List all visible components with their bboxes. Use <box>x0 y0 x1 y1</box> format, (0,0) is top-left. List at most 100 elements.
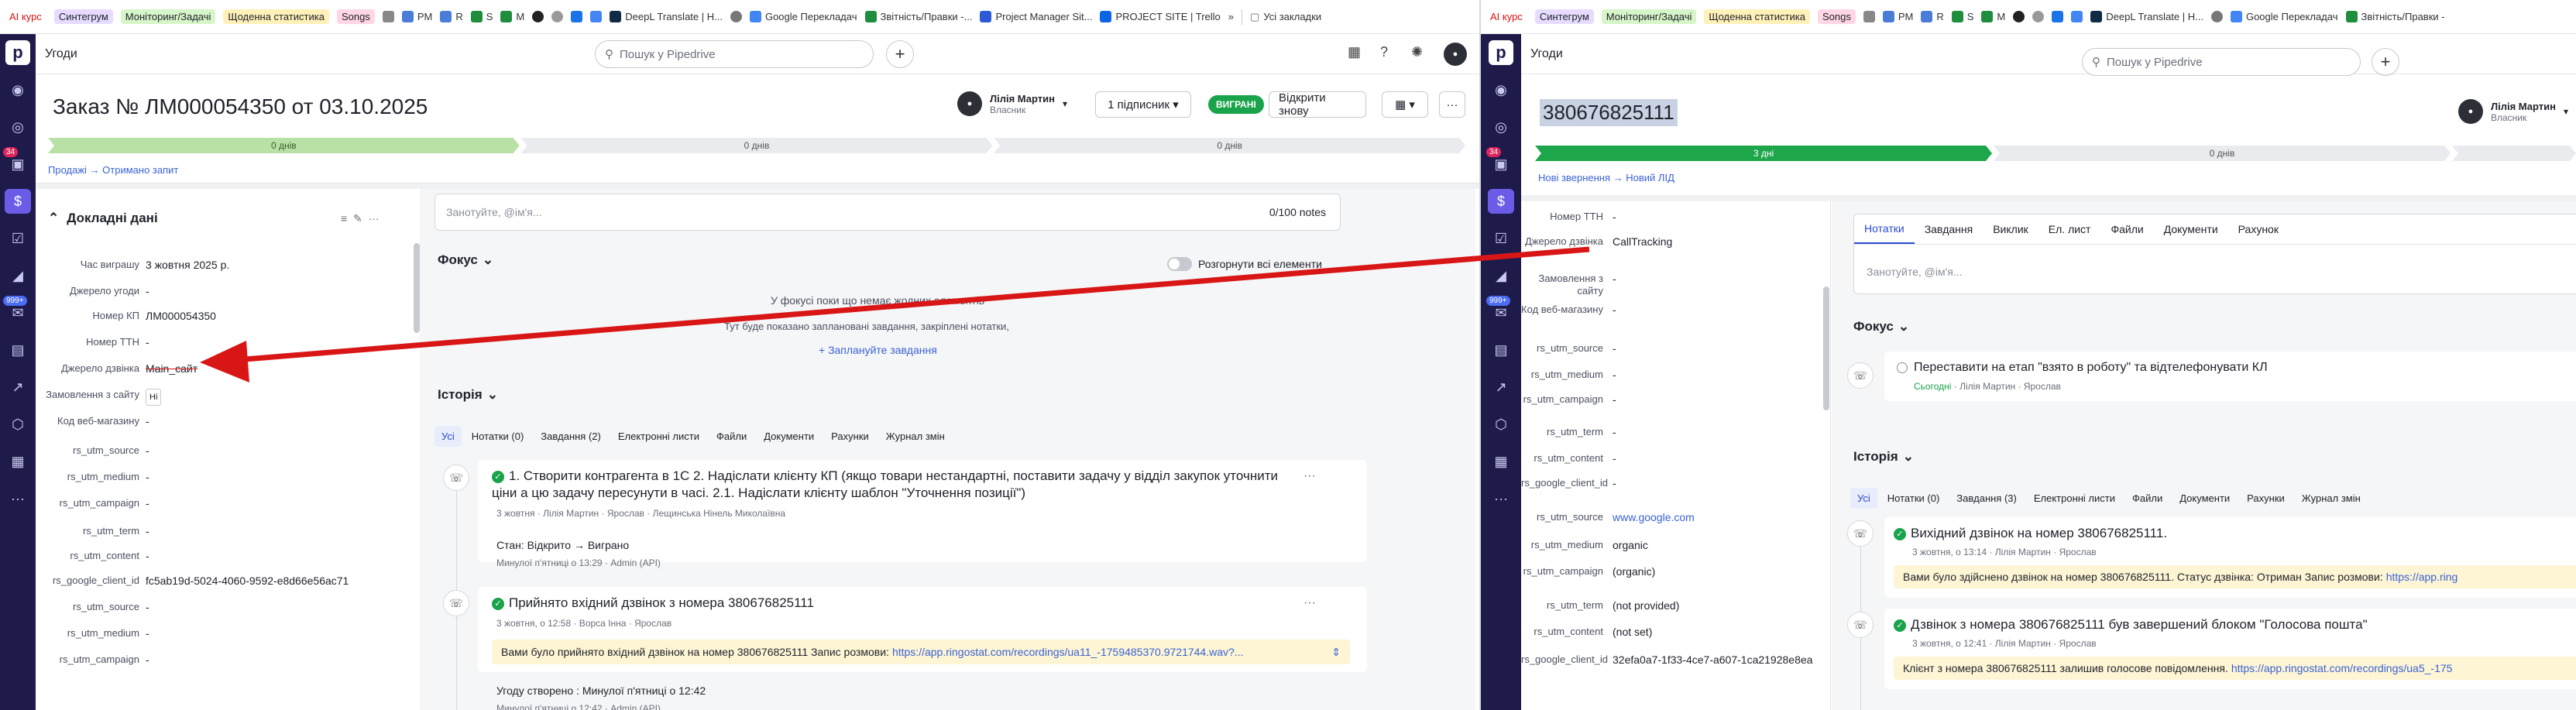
tab-7[interactable]: Рахунки <box>2240 488 2292 509</box>
products-icon[interactable]: ⬡ <box>1488 412 1514 437</box>
bookmark-songs[interactable]: Songs <box>336 9 375 24</box>
focus-task-card[interactable] <box>1884 352 2576 401</box>
pipedrive-logo[interactable]: p <box>1489 40 1513 65</box>
breadcrumb-stage[interactable]: Отримано запит <box>102 164 178 176</box>
bookmark-monitoring[interactable]: Моніторинг/Задачі <box>1601 9 1697 24</box>
deal-title[interactable]: Заказ № ЛМ000054350 от 03.10.2025 <box>53 94 428 119</box>
bookmark-r[interactable]: R <box>440 11 463 22</box>
tasks-icon[interactable]: ☑ <box>5 226 31 251</box>
bookmark-songs[interactable]: Songs <box>1817 9 1856 24</box>
field-value[interactable]: - <box>1613 304 1616 316</box>
tab-4[interactable]: Електронні листи <box>2027 488 2122 509</box>
bookmark-icon-d[interactable] <box>2071 11 2083 22</box>
bookmark-ai[interactable]: AI курс <box>1485 9 1527 24</box>
mail-icon[interactable]: 999+ ✉ <box>3 296 31 325</box>
chevron-down-icon[interactable]: ▾ <box>1063 98 1067 109</box>
radar-icon[interactable]: ◉ <box>1488 77 1514 102</box>
bookmark-icon-d[interactable] <box>590 11 603 22</box>
field-value[interactable]: Main_сайт <box>146 362 197 375</box>
campaigns-icon[interactable]: ◢ <box>5 263 31 288</box>
field-value[interactable]: 3 жовтня 2025 р. <box>146 259 229 271</box>
details-header[interactable]: ⌃ Докладні дані <box>48 211 158 226</box>
field-value[interactable]: fc5ab19d-5024-4060-9592-e8d66e56ac71 <box>146 575 349 587</box>
stage-3[interactable] <box>2452 146 2576 161</box>
bookmark-pm[interactable]: PM <box>1882 11 1913 22</box>
tab-8[interactable]: Журнал змін <box>2295 488 2368 509</box>
field-value[interactable]: - <box>1613 452 1616 465</box>
recording-link[interactable]: https://app.ringostat.com/recordings/ua1… <box>892 646 1244 658</box>
item-menu-icon[interactable]: ··· <box>1303 469 1316 483</box>
tab-4[interactable]: Ел. лист <box>2038 214 2101 244</box>
field-value[interactable]: - <box>1613 477 1616 489</box>
campaigns-icon[interactable]: ◢ <box>1488 263 1514 288</box>
target-icon[interactable]: ◎ <box>5 115 31 139</box>
bookmark-sintegrum[interactable]: Синтегрум <box>53 9 113 24</box>
field-value[interactable]: ЛМ000054350 <box>146 310 216 322</box>
quick-add-button[interactable]: + <box>886 40 914 68</box>
bulb-icon[interactable]: ✺ <box>1411 44 1423 60</box>
deals-icon[interactable]: $ <box>5 189 31 214</box>
bookmark-monitoring[interactable]: Моніторинг/Задачі <box>120 9 216 24</box>
field-value[interactable]: - <box>146 497 149 509</box>
field-value[interactable]: - <box>1613 369 1616 381</box>
tab-6[interactable]: Документи <box>2172 488 2237 509</box>
all-bookmarks[interactable]: ▢ Усі закладки <box>1250 11 1321 23</box>
bookmark-icon-e[interactable] <box>730 11 742 22</box>
field-value[interactable]: - <box>146 336 149 348</box>
bookmarks-more[interactable]: » <box>1228 11 1234 22</box>
field-value[interactable]: - <box>1613 393 1616 406</box>
bookmark-deepl[interactable]: DeepL Translate | H... <box>610 11 723 22</box>
bookmark-icon-b[interactable] <box>2032 11 2045 22</box>
search-input[interactable]: ⚲ Пошук у Pipedrive <box>2082 48 2361 76</box>
bookmark-stats[interactable]: Щоденна статистика <box>1704 9 1810 24</box>
insights-icon[interactable]: ↗ <box>5 375 31 400</box>
bookmark-pm[interactable]: PM <box>401 11 432 22</box>
quick-add-button[interactable]: + <box>2372 48 2399 76</box>
bookmark-r[interactable]: R <box>1921 11 1944 22</box>
more-icon[interactable]: ··· <box>1488 486 1514 511</box>
expand-icon[interactable]: ⇕ <box>1331 646 1341 659</box>
item-menu-icon[interactable]: ··· <box>1303 596 1316 610</box>
target-icon[interactable]: ◎ <box>1488 115 1514 139</box>
field-value[interactable]: CallTracking <box>1613 235 1672 248</box>
search-input[interactable]: ⚲ Пошук у Pipedrive <box>595 40 874 68</box>
products-icon[interactable]: ⬡ <box>5 412 31 437</box>
bookmark-google-translate[interactable]: Google Перекладач <box>749 11 857 22</box>
bookmark-pm-site[interactable]: Project Manager Sit... <box>980 11 1092 22</box>
tab-3[interactable]: Виклик <box>1983 214 2038 244</box>
history-header[interactable]: Історія ⌄ <box>438 387 498 403</box>
bookmark-s[interactable]: S <box>1951 11 1973 22</box>
field-value[interactable]: (organic) <box>1613 565 1655 578</box>
tab-3[interactable]: Завдання (3) <box>1949 488 2024 509</box>
task-checkbox[interactable] <box>1897 362 1908 373</box>
mail-icon[interactable]: 999+ ✉ <box>1486 296 1514 325</box>
tab-7[interactable]: Рахунки <box>824 426 876 447</box>
recording-link[interactable]: https://app.ringostat.com/recordings/ua5… <box>2231 662 2453 674</box>
activities-icon[interactable]: 34 ▣ <box>1486 147 1514 177</box>
user-avatar[interactable]: ● <box>1444 43 1467 66</box>
note-input[interactable]: Занотуйте, @ім'я... <box>1867 266 1963 278</box>
view-switch-button[interactable]: ▦ ▾ <box>1382 91 1428 118</box>
bookmark-reports[interactable]: Звітність/Правки - <box>2345 11 2445 22</box>
tab-2[interactable]: Нотатки (0) <box>465 426 531 447</box>
owner-block[interactable]: ● Лілія Мартин Власник ▾ <box>2458 99 2568 124</box>
field-value[interactable]: Ні <box>146 389 162 406</box>
field-value[interactable]: 32efa0a7-1f33-4ce7-a607-1ca21928e8ea <box>1613 653 1812 666</box>
bookmark-reports[interactable]: Звітність/Правки -... <box>864 11 972 22</box>
chevron-up-icon[interactable]: ⌃ <box>48 211 59 226</box>
field-value[interactable]: (not set) <box>1613 626 1652 638</box>
recording-link[interactable]: https://app.ring <box>2386 571 2458 583</box>
tab-4[interactable]: Електронні листи <box>611 426 706 447</box>
bookmark-sintegrum[interactable]: Синтегрум <box>1534 9 1594 24</box>
reopen-button[interactable]: Відкрити знову <box>1269 91 1366 118</box>
deal-title[interactable]: 380676825111 <box>1540 99 1678 126</box>
bookmark-s[interactable]: S <box>470 11 493 22</box>
note-input[interactable]: Занотуйте, @ім'я... 0/100 notes <box>434 194 1341 231</box>
stage-1[interactable]: 0 днів <box>48 138 520 153</box>
details-scrollbar[interactable] <box>1823 286 1829 410</box>
pipedrive-logo[interactable]: p <box>5 40 30 65</box>
bookmark-ai[interactable]: AI курс <box>5 9 46 24</box>
focus-header[interactable]: Фокус ⌄ <box>1853 319 1909 334</box>
bookmark-icon-c[interactable] <box>2052 11 2064 22</box>
contacts-icon[interactable]: ▤ <box>1488 338 1514 362</box>
